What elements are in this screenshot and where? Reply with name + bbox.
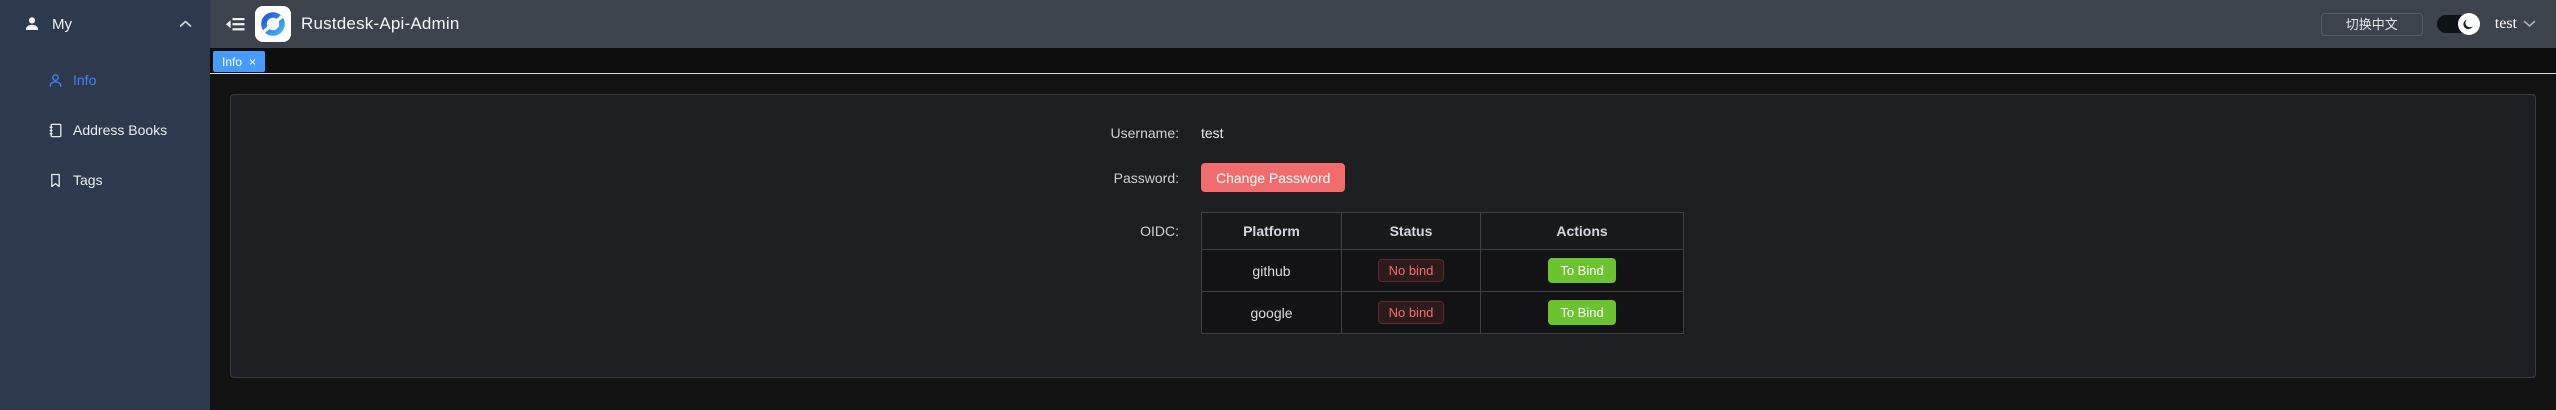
sidebar-item-address-books[interactable]: Address Books [0,105,210,155]
tabs-bar: Info × [210,48,2556,74]
oidc-label: OIDC: [1059,212,1179,239]
rustdesk-logo [255,6,291,42]
chevron-down-icon [2523,19,2536,29]
user-name: test [2495,15,2517,33]
username-label: Username: [1059,125,1179,141]
sidebar-item-label: Info [73,72,96,88]
sidebar-group-label: My [52,16,179,33]
app-title: Rustdesk-Api-Admin [301,14,460,34]
address-book-icon [48,123,63,138]
table-row: github No bind To Bind [1202,250,1684,292]
user-info-form: Username: test Password: Change Password… [1059,95,2535,334]
actions-cell: To Bind [1481,292,1684,334]
tab-info[interactable]: Info × [213,51,265,72]
sidebar-group-my[interactable]: My [0,0,210,48]
sidebar-item-label: Address Books [73,122,167,138]
bookmark-icon [48,173,63,188]
table-row: google No bind To Bind [1202,292,1684,334]
switch-language-button[interactable]: 切换中文 [2321,13,2423,36]
oidc-table: Platform Status Actions github No bind [1201,212,1684,334]
status-badge: No bind [1378,301,1445,324]
navbar: Rustdesk-Api-Admin 切换中文 test [210,0,2556,48]
sidebar-item-info[interactable]: Info [0,55,210,105]
moon-icon [2462,18,2475,31]
actions-cell: To Bind [1481,250,1684,292]
oidc-row: OIDC: Platform Status Actions [1059,212,2535,334]
sidebar-item-tags[interactable]: Tags [0,155,210,205]
password-label: Password: [1059,170,1179,186]
person-outline-icon [48,73,63,88]
chevron-up-icon [179,19,192,29]
main-content: Username: test Password: Change Password… [210,74,2556,410]
platform-cell: google [1202,292,1342,334]
info-card: Username: test Password: Change Password… [230,94,2536,378]
dark-mode-toggle[interactable] [2437,15,2479,33]
status-cell: No bind [1342,292,1481,334]
change-password-button[interactable]: Change Password [1201,163,1345,192]
to-bind-button-github[interactable]: To Bind [1548,258,1615,283]
user-dropdown[interactable]: test [2495,15,2536,33]
status-badge: No bind [1378,259,1445,282]
tab-close-icon[interactable]: × [249,56,256,68]
sidebar: My Info [0,0,210,410]
platform-cell: github [1202,250,1342,292]
sidebar-menu: Info Address Books Tags [0,48,210,205]
username-value: test [1201,125,1224,141]
tab-label: Info [222,55,242,69]
status-cell: No bind [1342,250,1481,292]
oidc-header-platform: Platform [1202,213,1342,250]
oidc-table-header-row: Platform Status Actions [1202,213,1684,250]
toggle-knob [2458,13,2480,35]
user-filled-icon [24,16,40,32]
username-row: Username: test [1059,125,2535,141]
password-row: Password: Change Password [1059,163,2535,192]
oidc-header-actions: Actions [1481,213,1684,250]
to-bind-button-google[interactable]: To Bind [1548,300,1615,325]
sidebar-item-label: Tags [73,172,103,188]
sidebar-fold-icon[interactable] [226,16,246,32]
oidc-header-status: Status [1342,213,1481,250]
